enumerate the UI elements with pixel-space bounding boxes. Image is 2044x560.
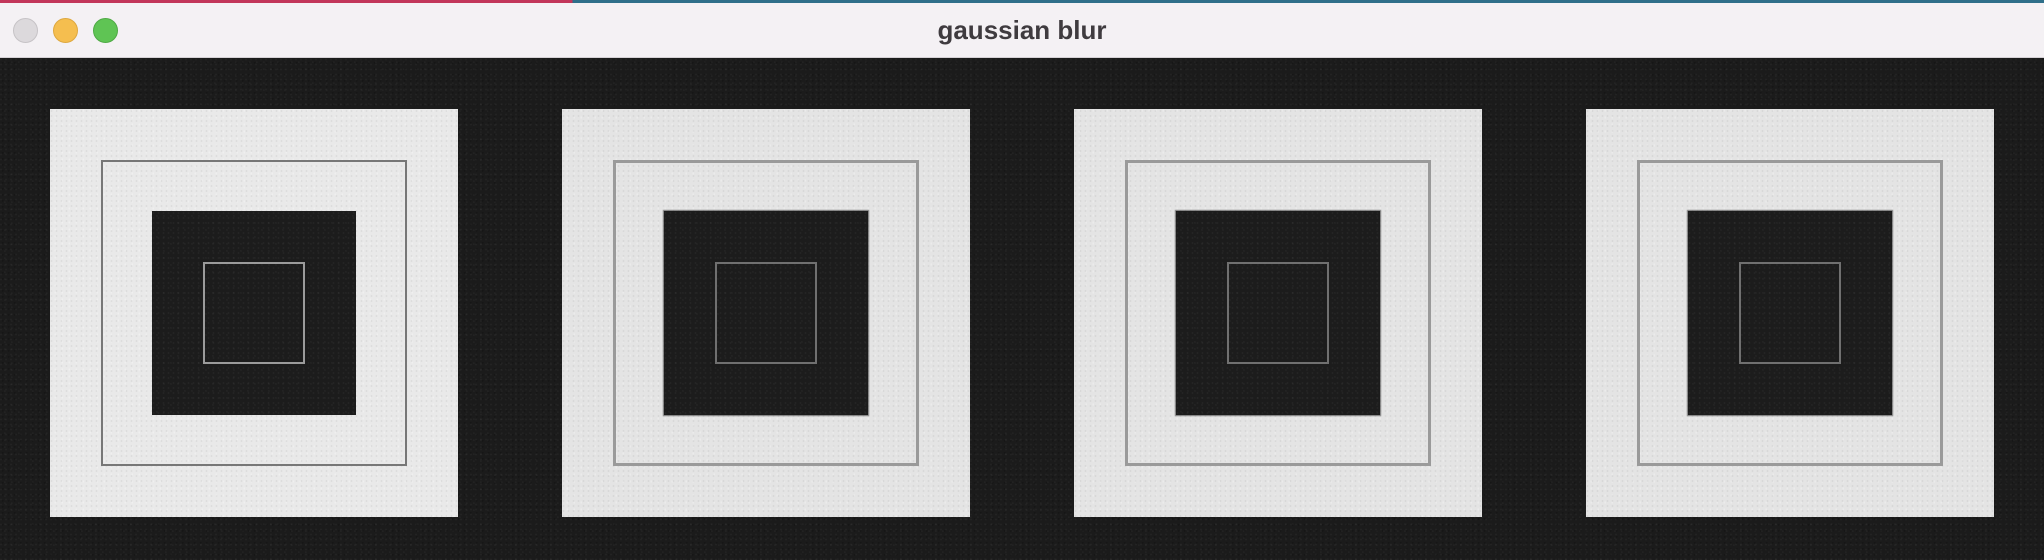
image-canvas [0, 58, 2044, 560]
image-panel-original [50, 109, 458, 517]
app-window: gaussian blur [0, 0, 2044, 560]
title-bar[interactable]: gaussian blur [0, 3, 2044, 58]
inner-square-outline [1227, 262, 1329, 364]
image-panel-blur-3 [1586, 109, 1994, 517]
image-panel-blur-1 [562, 109, 970, 517]
inner-square-outline [203, 262, 305, 364]
window-title: gaussian blur [937, 15, 1107, 45]
inner-square-outline [715, 262, 817, 364]
inner-square-outline [1739, 262, 1841, 364]
image-panel-blur-2 [1074, 109, 1482, 517]
